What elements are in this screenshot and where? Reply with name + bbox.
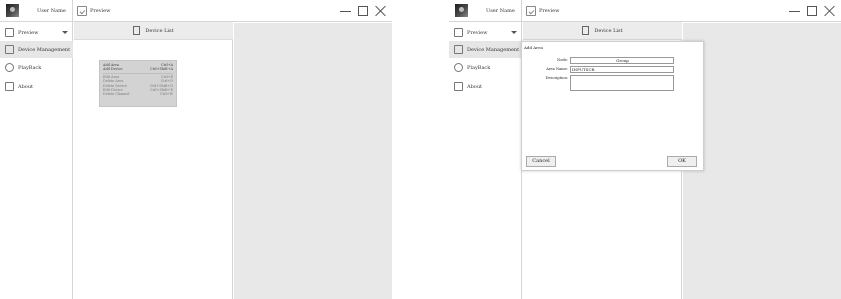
cancel-button[interactable]: Cancel [526, 156, 556, 167]
minimize-icon [788, 10, 800, 12]
maximize-icon [358, 6, 368, 16]
sidebar-item-preview[interactable]: Preview [449, 24, 522, 41]
user-box[interactable]: User Name [0, 0, 73, 22]
chevron-down-icon [511, 31, 517, 34]
top-bar: User Name Preview [449, 0, 841, 22]
area-name-row: Area Name: INPUTSCR [522, 66, 705, 74]
clock-icon [5, 63, 14, 72]
maximize-button[interactable] [354, 3, 372, 19]
area-name-input[interactable]: INPUTSCR [570, 66, 674, 73]
sidebar-item-label: Preview [18, 29, 39, 36]
list-icon [133, 26, 141, 35]
avatar [6, 4, 19, 17]
ok-button[interactable]: OK [667, 156, 697, 167]
menu-item-add-device[interactable]: Add Device Ctrl+Shift+A [103, 67, 173, 71]
tab-preview[interactable]: Preview [525, 3, 563, 19]
info-icon [454, 82, 463, 91]
list-icon [582, 26, 590, 35]
avatar [455, 4, 468, 17]
minimize-button[interactable] [785, 3, 803, 19]
sidebar: Preview Device Management PlayBack About [0, 22, 73, 299]
minimize-icon [339, 10, 351, 12]
monitor-icon [5, 28, 14, 37]
sidebar-item-device-management[interactable]: Device Management [0, 41, 73, 58]
sidebar-item-label: Preview [467, 29, 488, 36]
device-list-header: Device List [523, 22, 682, 40]
top-bar: User Name Preview [0, 0, 392, 22]
sidebar-item-label: PlayBack [467, 64, 491, 71]
close-button[interactable] [821, 3, 839, 19]
app-window-right: User Name Preview Preview Device Managem… [449, 0, 841, 299]
user-name: User Name [37, 8, 66, 14]
sidebar-item-label: About [18, 83, 34, 90]
sidebar-item-about[interactable]: About [0, 78, 73, 95]
description-row: Description: [522, 75, 705, 91]
sidebar-item-device-management[interactable]: Device Management [449, 41, 522, 58]
add-area-dialog: Add Area Node: Group Area Name: INPUTSCR… [521, 41, 704, 171]
node-label: Node: [557, 58, 568, 62]
minimize-button[interactable] [336, 3, 354, 19]
tab-preview[interactable]: Preview [76, 3, 114, 19]
maximize-icon [807, 6, 817, 16]
sidebar-item-label: PlayBack [18, 64, 42, 71]
main-content-area [234, 23, 392, 299]
context-menu: Add Area Ctrl+A Add Device Ctrl+Shift+A Ed… [99, 60, 177, 107]
sidebar: Preview Device Management PlayBack About [449, 22, 522, 299]
sidebar-item-label: About [467, 83, 483, 90]
sidebar-item-playback[interactable]: PlayBack [449, 59, 522, 76]
app-window-left: User Name Preview Preview Device Managem… [0, 0, 392, 299]
clock-icon [454, 63, 463, 72]
node-row: Node: Group [522, 57, 705, 65]
device-list-header: Device List [74, 22, 233, 40]
close-button[interactable] [372, 3, 390, 19]
monitor-icon [454, 28, 463, 37]
sidebar-item-playback[interactable]: PlayBack [0, 59, 73, 76]
menu-item-delete-channel[interactable]: Delete Channel Ctrl+W [103, 92, 173, 96]
info-icon [5, 82, 14, 91]
preview-tab-icon [526, 6, 536, 16]
device-icon [454, 45, 463, 54]
tab-preview-label: Preview [90, 8, 111, 14]
dialog-title: Add Area [524, 45, 543, 50]
window-controls [336, 3, 390, 19]
chevron-down-icon [62, 31, 68, 34]
sidebar-item-preview[interactable]: Preview [0, 24, 73, 41]
description-label: Description: [545, 76, 568, 80]
window-controls [785, 3, 839, 19]
close-icon [824, 5, 836, 17]
menu-separator [103, 72, 173, 74]
main-content-area [683, 23, 841, 299]
sidebar-item-label: Device Management [467, 46, 520, 53]
description-field[interactable] [570, 75, 674, 91]
close-icon [375, 5, 387, 17]
sidebar-item-label: Device Management [18, 46, 71, 53]
maximize-button[interactable] [803, 3, 821, 19]
device-list-title: Device List [145, 27, 174, 34]
sidebar-item-about[interactable]: About [449, 78, 522, 95]
device-list-title: Device List [594, 27, 623, 34]
device-icon [5, 45, 14, 54]
preview-tab-icon [77, 6, 87, 16]
user-box[interactable]: User Name [449, 0, 522, 22]
tab-preview-label: Preview [539, 8, 560, 14]
area-name-label: Area Name: [546, 67, 568, 71]
user-name: User Name [486, 8, 515, 14]
node-select[interactable]: Group [570, 57, 674, 64]
